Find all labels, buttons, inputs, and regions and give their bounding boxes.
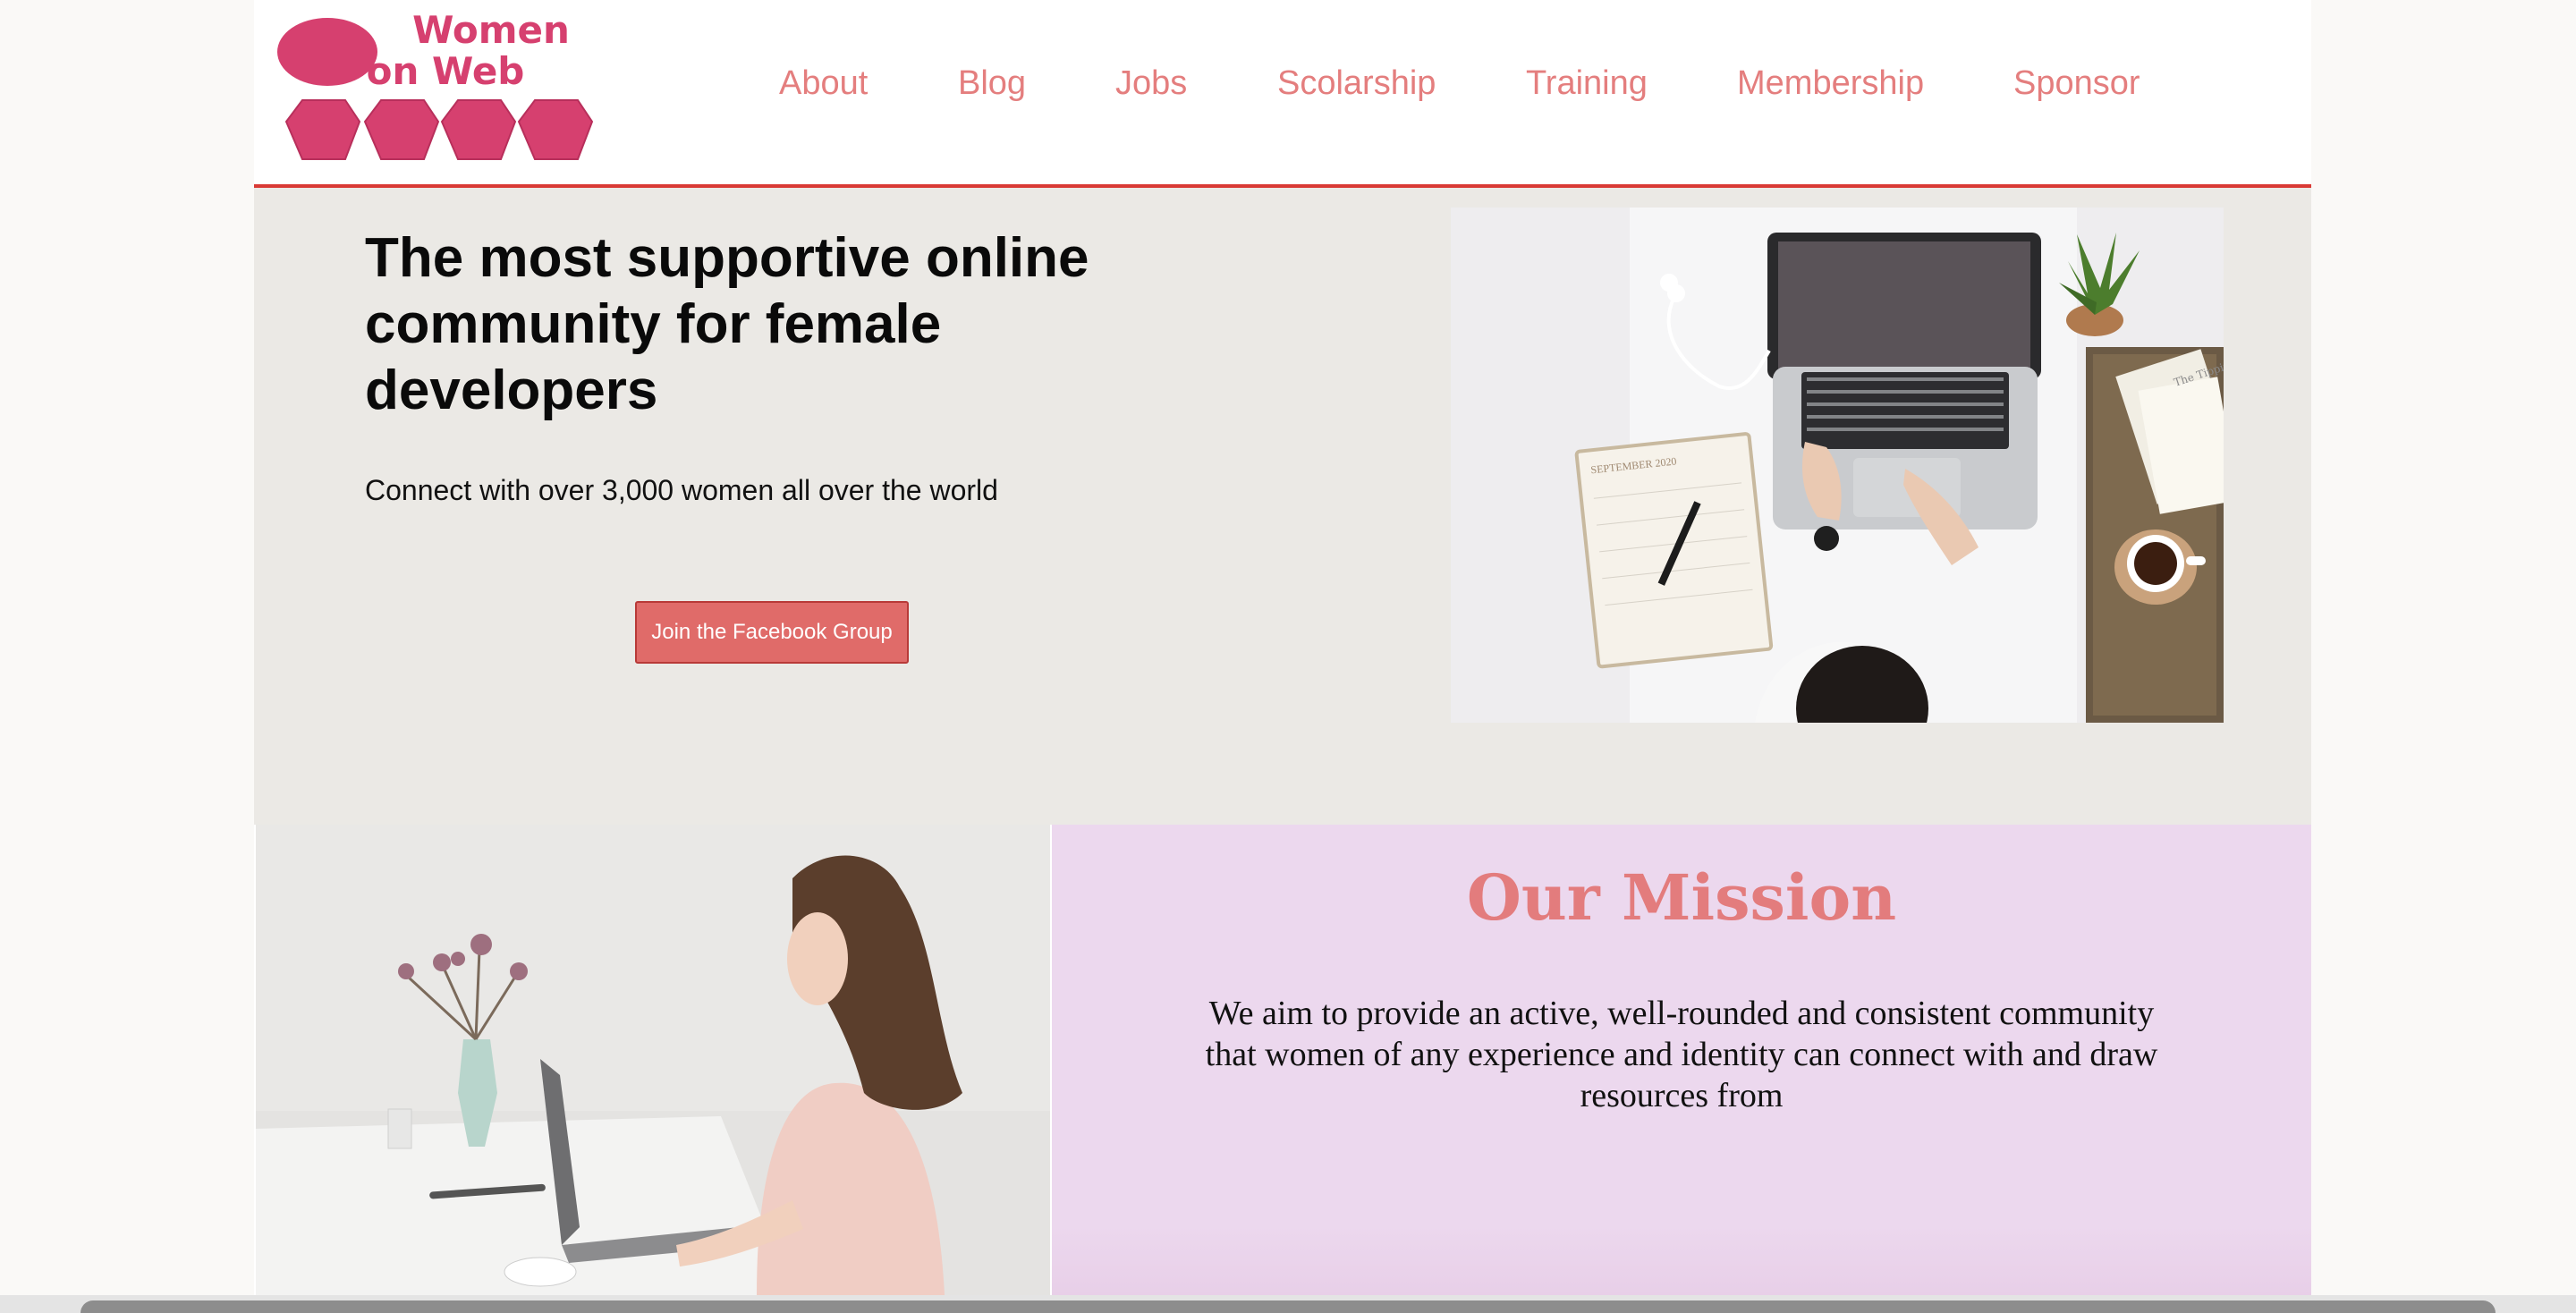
nav-link-blog[interactable]: Blog [958, 64, 1026, 103]
nav-link-scholarship[interactable]: Scolarship [1277, 64, 1436, 103]
nav-link-membership[interactable]: Membership [1737, 64, 1924, 103]
woman-at-laptop-photo [256, 825, 1050, 1295]
nav-link-sponsor[interactable]: Sponsor [2013, 64, 2140, 103]
hero-title: The most supportive online community for… [365, 227, 1089, 421]
mission-text: We aim to provide an active, well-rounde… [1205, 995, 2158, 1114]
website-page: Women on Web About Blog Jobs Scolarship … [254, 0, 2311, 1295]
main-nav: About Blog Jobs Scolarship Training Memb… [254, 0, 2311, 179]
glass-icon [387, 1108, 412, 1149]
mission-title: Our Mission [1466, 860, 1897, 935]
nav-link-about[interactable]: About [779, 64, 868, 103]
nav-link-training[interactable]: Training [1526, 64, 1648, 103]
hero-section: The most supportive online community for… [254, 188, 2311, 825]
cup-icon [504, 1257, 577, 1287]
taskbar [80, 1300, 2496, 1313]
join-facebook-group-button[interactable]: Join the Facebook Group [635, 601, 909, 664]
hero-subtitle: Connect with over 3,000 women all over t… [365, 474, 998, 506]
mission-section: Our Mission We aim to provide an active,… [1052, 825, 2311, 1295]
nav-link-jobs[interactable]: Jobs [1115, 64, 1187, 103]
site-header: Women on Web About Blog Jobs Scolarship … [254, 0, 2311, 188]
planner-notebook-icon: SEPTEMBER 2020 [1574, 432, 1774, 669]
hero-workspace-photo: The Tipping Point [1451, 208, 2224, 723]
